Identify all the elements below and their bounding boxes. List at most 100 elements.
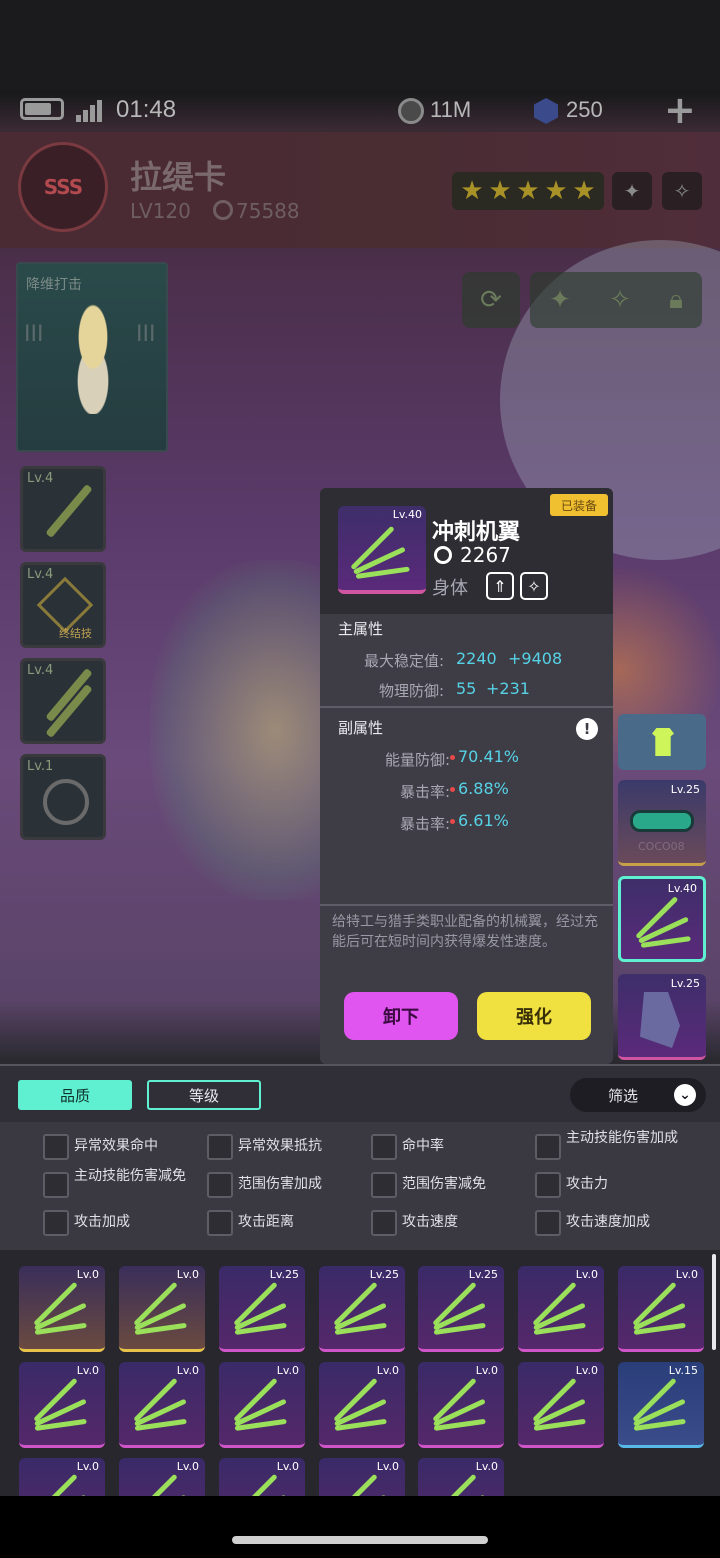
upgrade-button[interactable]: 强化: [477, 992, 591, 1040]
inventory-item[interactable]: Lv.0: [19, 1458, 105, 1498]
sparkle-icon[interactable]: ✦: [549, 285, 571, 315]
filter-checkbox[interactable]: [535, 1134, 561, 1160]
class-icon[interactable]: ✧: [662, 172, 702, 210]
filter-checkbox[interactable]: [535, 1172, 561, 1198]
inventory-item[interactable]: Lv.0: [518, 1362, 604, 1448]
class-hunter-icon: ⇑: [486, 572, 514, 600]
equipment-slot-goggles[interactable]: Lv.25 COCO08: [618, 780, 706, 866]
character-portrait-card[interactable]: 降维打击 III III: [16, 262, 168, 452]
filter-checkbox[interactable]: [207, 1172, 233, 1198]
filter-checkbox[interactable]: [43, 1210, 69, 1236]
inventory-item[interactable]: Lv.0: [219, 1458, 305, 1498]
filter-label: 攻击速度加成: [566, 1214, 650, 1230]
equipment-slot-top[interactable]: [618, 714, 706, 770]
chevron-down-icon: ⌄: [674, 1084, 696, 1106]
refresh-button[interactable]: ⟳: [462, 272, 520, 328]
clock: 01:48: [116, 96, 177, 123]
equipment-level: Lv.25: [670, 977, 700, 990]
sparkle-icon[interactable]: ✦: [612, 172, 652, 210]
tab-level[interactable]: 等级: [147, 1080, 261, 1110]
rank-emblem: SSS: [18, 142, 108, 232]
filter-checkbox[interactable]: [43, 1172, 69, 1198]
blade-icon: [45, 483, 93, 539]
filter-checkbox[interactable]: [371, 1172, 397, 1198]
filter-label: 攻击力: [566, 1176, 608, 1192]
star-icon: ★: [488, 176, 512, 206]
filter-label: 异常效果命中: [74, 1138, 158, 1154]
item-icon: Lv.40: [338, 506, 426, 594]
inventory-item[interactable]: Lv.0: [19, 1362, 105, 1448]
skill-slot-3[interactable]: Lv.4: [20, 658, 106, 744]
filter-checkbox[interactable]: [207, 1134, 233, 1160]
inventory-item[interactable]: Lv.0: [418, 1458, 504, 1498]
filter-options: 异常效果命中 异常效果抵抗 命中率 主动技能伤害加成 主动技能伤害减免 范围伤害…: [0, 1122, 720, 1250]
inventory-panel: 品质 等级 筛选 ⌄ 异常效果命中 异常效果抵抗 命中率 主动技能伤害加成 主动…: [0, 1064, 720, 1498]
roman-numeral-right: III: [136, 322, 156, 347]
item-slot: 身体: [432, 578, 468, 599]
sub-stats-title: 副属性: [338, 719, 384, 737]
inventory-item[interactable]: Lv.25: [418, 1266, 504, 1352]
filter-checkbox[interactable]: [535, 1210, 561, 1236]
inventory-item[interactable]: Lv.0: [119, 1266, 205, 1352]
unequip-button[interactable]: 卸下: [344, 992, 458, 1040]
equipment-slot-wing-selected[interactable]: Lv.40: [618, 876, 706, 962]
character-level: LV120: [130, 199, 191, 223]
skill-slot-4[interactable]: Lv.1: [20, 754, 106, 840]
stat-label: 物理防御:: [378, 682, 444, 700]
multi-sparkle-icon[interactable]: ✧: [609, 285, 631, 315]
goggles-icon: [630, 810, 694, 832]
inventory-item[interactable]: Lv.0: [19, 1266, 105, 1352]
filter-label: 主动技能伤害减免: [74, 1168, 186, 1184]
inventory-item[interactable]: Lv.0: [119, 1458, 205, 1498]
inventory-item[interactable]: Lv.25: [319, 1266, 405, 1352]
inventory-item[interactable]: Lv.0: [418, 1362, 504, 1448]
inventory-item[interactable]: Lv.15: [618, 1362, 704, 1448]
lock-icon[interactable]: 🔒︎: [669, 285, 683, 316]
item-level: Lv.0: [575, 1268, 598, 1281]
inventory-item[interactable]: Lv.0: [219, 1362, 305, 1448]
star-icon: ★: [544, 176, 568, 206]
star-icon: ★: [572, 176, 596, 206]
coin-count: 11M: [430, 97, 472, 122]
boot-icon: [640, 992, 680, 1048]
item-description: 给特工与猎手类职业配备的机械翼，经过充能后可在短时间内获得爆发性速度。: [332, 914, 598, 950]
filter-checkbox[interactable]: [371, 1134, 397, 1160]
item-level: Lv.0: [575, 1364, 598, 1377]
stat-value: 6.61%: [450, 811, 509, 830]
item-level: Lv.0: [475, 1364, 498, 1377]
filter-label: 攻击速度: [402, 1214, 458, 1230]
filter-label: 主动技能伤害加成: [566, 1130, 678, 1146]
equipped-badge: 已装备: [550, 494, 608, 516]
item-level: Lv.0: [176, 1460, 199, 1473]
home-indicator[interactable]: [232, 1536, 488, 1544]
stat-label: 能量防御:: [384, 751, 450, 769]
filter-dropdown[interactable]: 筛选 ⌄: [570, 1078, 706, 1112]
tab-quality[interactable]: 品质: [18, 1080, 132, 1110]
item-level: Lv.0: [76, 1460, 99, 1473]
inventory-item[interactable]: Lv.0: [618, 1266, 704, 1352]
wing-icon: [333, 1473, 378, 1498]
skill-slot-1[interactable]: Lv.4: [20, 466, 106, 552]
scrollbar[interactable]: [712, 1254, 716, 1350]
power-icon: [213, 200, 233, 220]
battery-icon: [20, 98, 64, 120]
stat-value: 6.88%: [450, 779, 509, 798]
skill-slot-2[interactable]: Lv.4 终结技: [20, 562, 106, 648]
item-level: Lv.25: [369, 1268, 399, 1281]
inventory-item[interactable]: Lv.0: [119, 1362, 205, 1448]
stat-value-text: 70.41%: [458, 747, 520, 766]
inventory-item[interactable]: Lv.0: [319, 1362, 405, 1448]
add-currency-button[interactable]: +: [664, 88, 696, 132]
filter-label: 攻击加成: [74, 1214, 130, 1230]
character-name: 拉缇卡: [130, 158, 227, 196]
inventory-item[interactable]: Lv.25: [219, 1266, 305, 1352]
signal-icon: [76, 100, 102, 122]
inventory-item[interactable]: Lv.0: [518, 1266, 604, 1352]
equipment-slot-boot[interactable]: Lv.25: [618, 974, 706, 1060]
inventory-item[interactable]: Lv.0: [319, 1458, 405, 1498]
filter-checkbox[interactable]: [207, 1210, 233, 1236]
info-icon[interactable]: !: [576, 718, 598, 740]
inventory-grid: Lv.0 Lv.0 Lv.25 Lv.25 Lv.25 Lv.0 Lv.0 Lv.0 Lv.0 L…: [0, 1250, 720, 1498]
filter-checkbox[interactable]: [43, 1134, 69, 1160]
filter-checkbox[interactable]: [371, 1210, 397, 1236]
